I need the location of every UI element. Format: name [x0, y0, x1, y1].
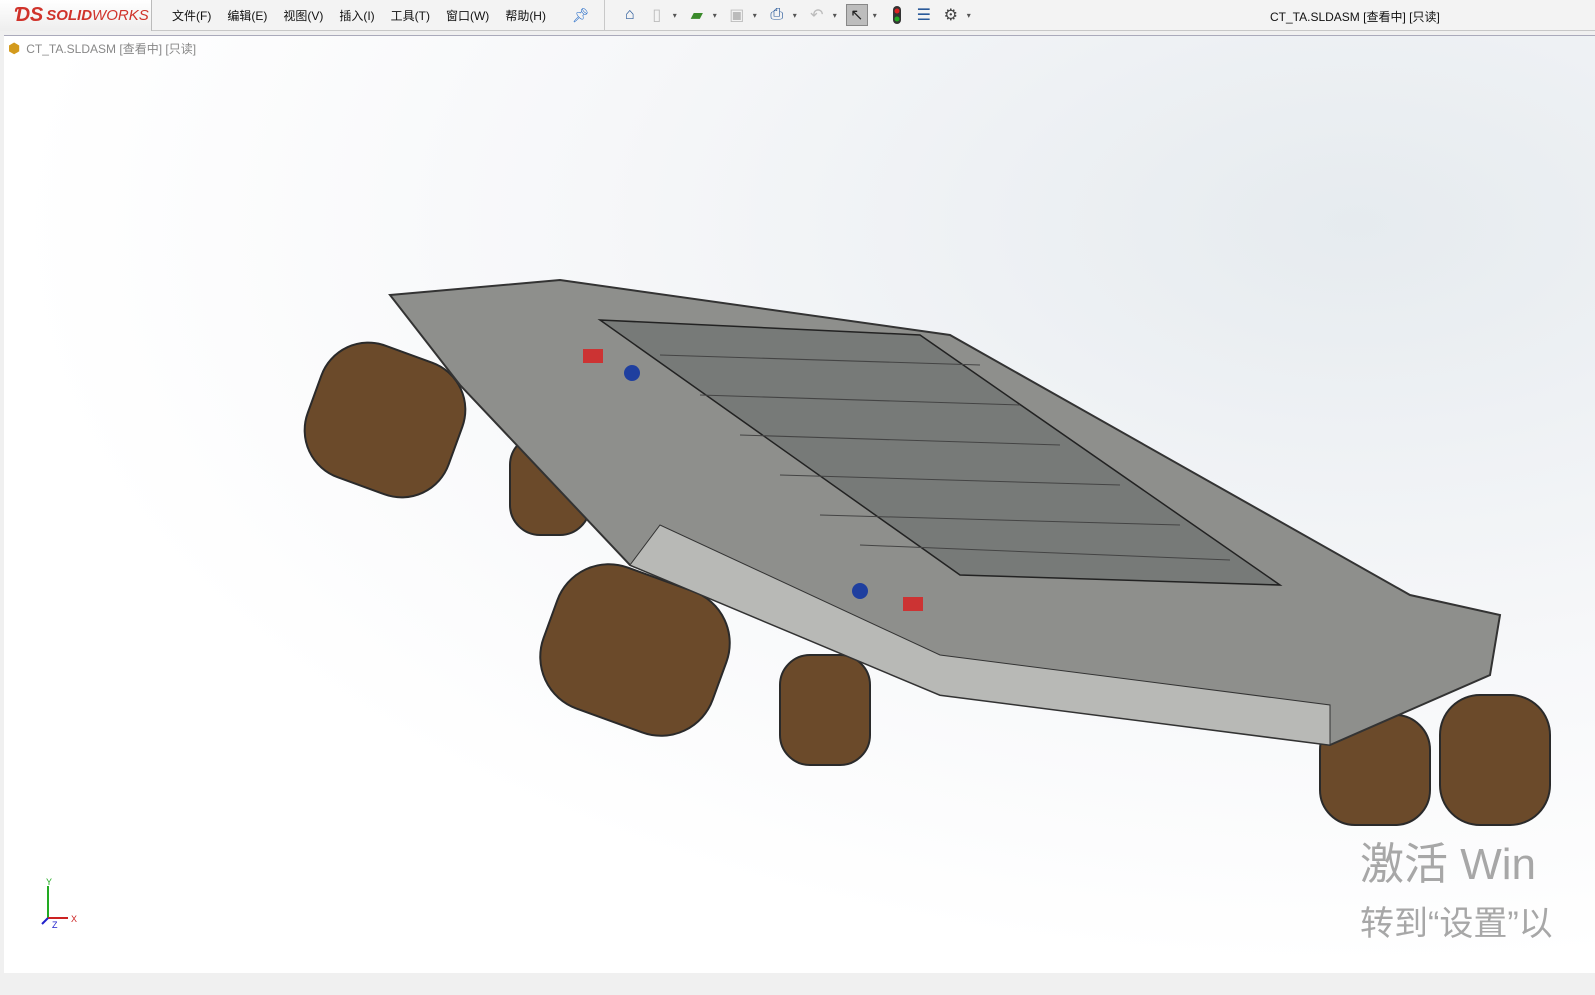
- rebuild-icon[interactable]: [886, 4, 908, 26]
- menu-file[interactable]: 文件(F): [172, 7, 211, 24]
- menu-window[interactable]: 窗口(W): [446, 7, 489, 24]
- divider: [603, 0, 605, 31]
- chevron-down-icon[interactable]: ▾: [713, 11, 721, 20]
- nasa-logo: [852, 583, 868, 599]
- brand-prefix: SOLID: [46, 6, 93, 24]
- brand-suffix: WORKS: [92, 6, 149, 24]
- axis-triad: Y X Z: [41, 878, 77, 928]
- watermark-line2: 转到“设置”以: [1360, 905, 1553, 943]
- open-icon[interactable]: ▰: [686, 4, 708, 26]
- pin-icon[interactable]: 📌︎: [572, 7, 590, 24]
- assembly-icon: ⬢: [8, 40, 21, 56]
- chevron-down-icon[interactable]: ▾: [673, 11, 681, 20]
- toolbar: ⌂ ▯ ▾ ▰ ▾ ▣ ▾ ⎙ ▾ ↶ ▾ ↖ ▾ ☰ ⚙ ▾: [619, 4, 975, 26]
- flag-icon: [583, 349, 603, 363]
- chevron-down-icon[interactable]: ▾: [833, 11, 841, 20]
- select-icon[interactable]: ↖: [845, 4, 868, 26]
- file-properties-icon[interactable]: ☰: [913, 4, 935, 26]
- save-icon[interactable]: ▣: [726, 4, 748, 26]
- menu-help[interactable]: 帮助(H): [505, 7, 546, 24]
- crawler-transporter-model[interactable]: [300, 275, 1560, 835]
- chevron-down-icon[interactable]: ▾: [967, 11, 975, 20]
- document-title: ⬢ CT_TA.SLDASM [查看中] [只读]: [8, 40, 196, 57]
- menu-bar: 文件(F) 编辑(E) 视图(V) 插入(I) 工具(T) 窗口(W) 帮助(H…: [172, 7, 562, 24]
- activation-watermark: 激活 Win 转到“设置”以: [1360, 828, 1553, 945]
- status-bar: [0, 973, 1595, 995]
- menu-insert[interactable]: 插入(I): [339, 7, 374, 24]
- options-icon[interactable]: ⚙: [940, 4, 962, 26]
- window-title: CT_TA.SLDASM [查看中] [只读]: [1270, 10, 1440, 24]
- home-icon[interactable]: ⌂: [619, 4, 641, 26]
- new-document-icon[interactable]: ▯: [646, 4, 668, 26]
- document-title-text: CT_TA.SLDASM [查看中] [只读]: [26, 42, 197, 56]
- menu-view[interactable]: 视图(V): [283, 7, 323, 24]
- axis-x-label: X: [71, 914, 77, 924]
- chevron-down-icon[interactable]: ▾: [753, 11, 761, 20]
- menu-edit[interactable]: 编辑(E): [227, 7, 267, 24]
- menu-tools[interactable]: 工具(T): [391, 7, 430, 24]
- print-icon[interactable]: ⎙: [766, 4, 788, 26]
- flag-icon: [903, 597, 923, 611]
- axis-y-label: Y: [46, 878, 52, 887]
- nasa-logo: [624, 365, 640, 381]
- chevron-down-icon[interactable]: ▾: [873, 11, 881, 20]
- undo-icon[interactable]: ↶: [806, 4, 828, 26]
- chevron-down-icon[interactable]: ▾: [793, 11, 801, 20]
- axis-z-label: Z: [52, 920, 58, 928]
- watermark-line1: 激活 Win: [1360, 840, 1536, 889]
- title-bar: ƊS SOLID WORKS 文件(F) 编辑(E) 视图(V) 插入(I) 工具(…: [0, 0, 1595, 31]
- solidworks-logo[interactable]: ƊS SOLID WORKS: [0, 0, 152, 31]
